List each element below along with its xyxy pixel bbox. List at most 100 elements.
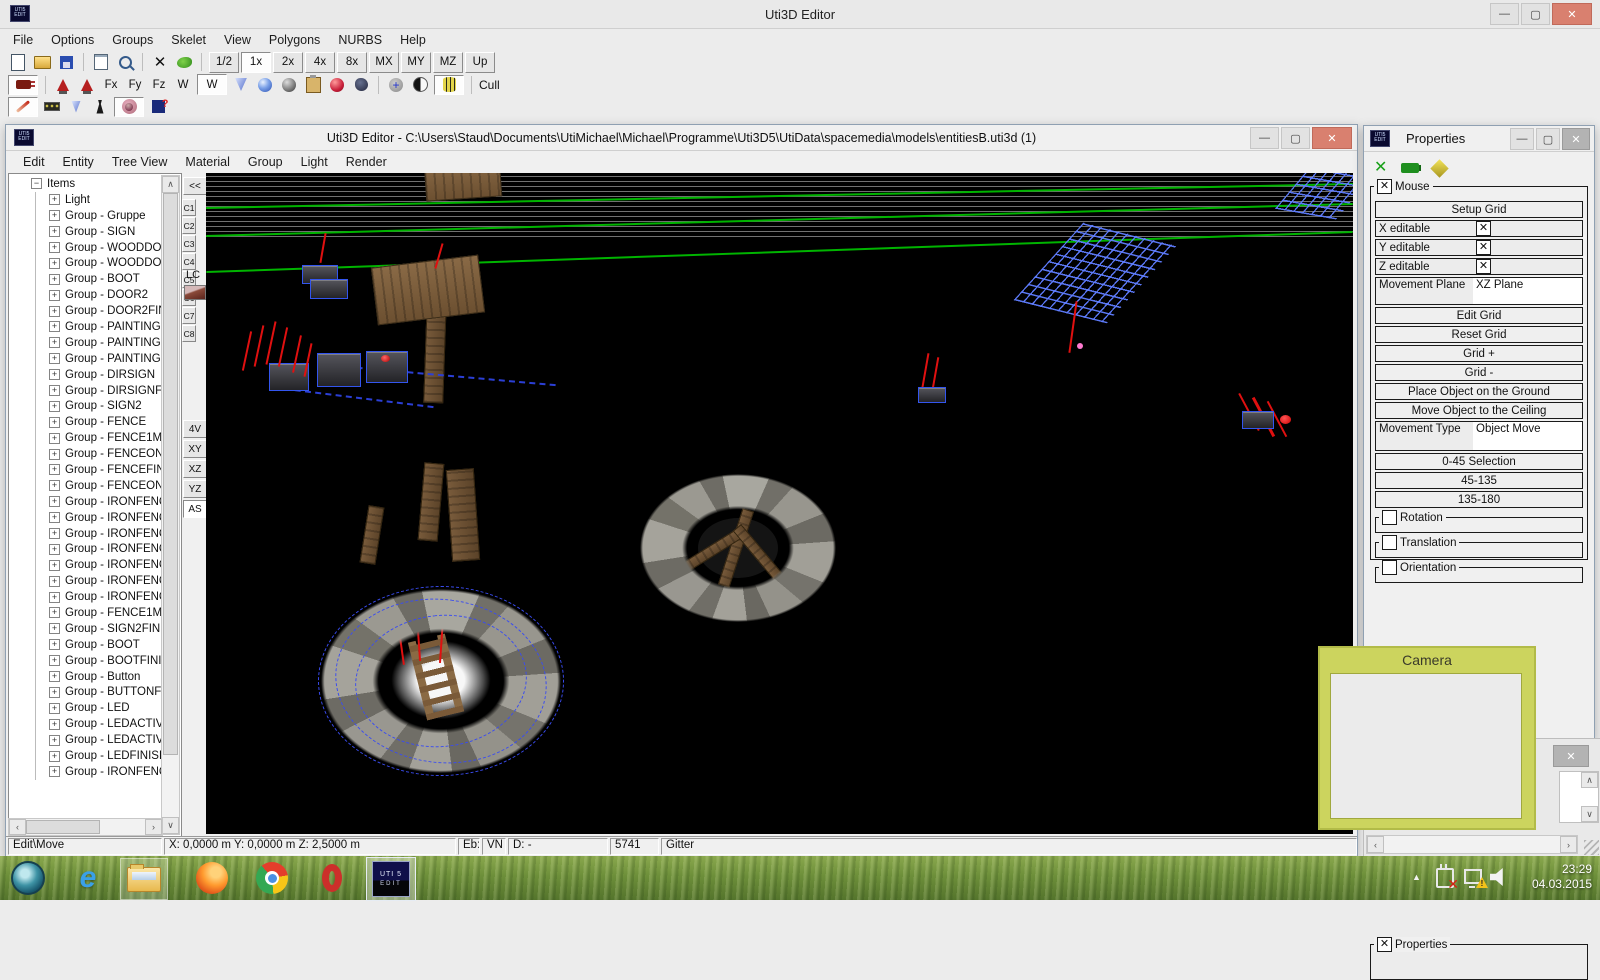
expand-icon[interactable]: + xyxy=(49,751,60,762)
tree-item[interactable]: + Group - IRONFENC xyxy=(11,494,162,510)
properties-close-button[interactable]: ✕ xyxy=(1562,128,1590,150)
editor-minimize-button[interactable]: — xyxy=(1250,127,1279,149)
expand-icon[interactable]: + xyxy=(49,353,60,364)
fy-button[interactable]: Fy xyxy=(125,76,145,94)
red-sphere-icon[interactable] xyxy=(327,76,347,94)
tree-item[interactable]: + Group - WOODDO xyxy=(11,240,162,256)
zoom-level-button[interactable]: 4x xyxy=(305,52,335,73)
track-icon[interactable] xyxy=(42,98,62,116)
chameleon-icon[interactable] xyxy=(174,53,194,71)
expand-icon[interactable]: + xyxy=(49,274,60,285)
close-button[interactable]: ✕ xyxy=(1552,3,1592,25)
editor-menu-item[interactable]: Entity xyxy=(54,153,103,171)
wood-plank-object[interactable] xyxy=(360,505,385,565)
fragment-close-button[interactable]: ✕ xyxy=(1553,745,1589,767)
expand-icon[interactable]: + xyxy=(49,703,60,714)
expand-icon[interactable]: + xyxy=(49,242,60,253)
zoom-level-button[interactable]: MX xyxy=(369,52,399,73)
stone-circle-selected[interactable] xyxy=(321,589,561,773)
cube-question-icon[interactable] xyxy=(148,98,168,116)
grid-action-button[interactable]: Grid - xyxy=(1375,364,1583,381)
new-file-icon[interactable] xyxy=(8,53,28,71)
axis-marker-x-icon[interactable] xyxy=(53,76,73,94)
tree-item[interactable]: + Group - LEDACTIV xyxy=(11,716,162,732)
menu-item[interactable]: Skelet xyxy=(162,31,215,49)
tree-item[interactable]: + Group - LED xyxy=(11,700,162,716)
camera-preset-button[interactable]: C3 xyxy=(182,235,196,252)
knife-icon[interactable] xyxy=(8,97,38,117)
zoom-level-button[interactable]: 2x xyxy=(273,52,303,73)
editor-menu-item[interactable]: Tree View xyxy=(103,153,177,171)
expand-icon[interactable]: + xyxy=(49,449,60,460)
menu-item[interactable]: File xyxy=(4,31,42,49)
tree-item[interactable]: + Group - LEDFINISH xyxy=(11,748,162,764)
tree-item[interactable]: + Group - IRONFENC xyxy=(11,764,162,780)
taskbar-firefox[interactable] xyxy=(192,859,232,897)
zoom-level-button[interactable]: MZ xyxy=(433,52,463,73)
open-file-icon[interactable] xyxy=(32,53,52,71)
fx-button[interactable]: Fx xyxy=(101,76,121,94)
wood-plank-object[interactable] xyxy=(446,468,480,562)
tree-item[interactable]: + Group - PAINTING xyxy=(11,351,162,367)
expand-icon[interactable]: + xyxy=(49,480,60,491)
expand-icon[interactable]: + xyxy=(49,369,60,380)
tree-item[interactable]: + Light xyxy=(11,192,162,208)
fragment-hscrollbar[interactable]: ‹ › xyxy=(1366,835,1578,854)
editable-checkbox[interactable] xyxy=(1476,259,1491,274)
tray-expand-icon[interactable]: ▲ xyxy=(1412,872,1421,882)
properties-maximize-button[interactable]: ▢ xyxy=(1536,128,1560,150)
light-marker[interactable] xyxy=(254,325,265,366)
scroll-thumb[interactable] xyxy=(26,820,100,834)
minimize-button[interactable]: — xyxy=(1490,3,1519,25)
light-marker[interactable] xyxy=(319,233,326,263)
taskbar-uti3d[interactable]: UTI 5 EDIT xyxy=(366,857,416,901)
diamond-icon[interactable] xyxy=(1431,159,1449,177)
grid-action-button[interactable]: Grid + xyxy=(1375,345,1583,362)
properties-minimize-button[interactable]: — xyxy=(1510,128,1534,150)
tree-item[interactable]: + Group - Button xyxy=(11,669,162,685)
collapse-icon[interactable]: − xyxy=(31,178,42,189)
menu-item[interactable]: Groups xyxy=(103,31,162,49)
wood-plank-object[interactable] xyxy=(418,462,445,541)
entity-box[interactable] xyxy=(317,353,361,387)
grid-action-button[interactable]: Reset Grid xyxy=(1375,326,1583,343)
taskbar-explorer[interactable] xyxy=(120,858,168,900)
scroll-down-button[interactable]: ∨ xyxy=(1581,806,1598,822)
expand-icon[interactable]: + xyxy=(49,194,60,205)
movement-plane-value[interactable]: XZ Plane xyxy=(1473,278,1582,304)
menu-item[interactable]: NURBS xyxy=(329,31,391,49)
view-mode-button[interactable]: XY xyxy=(183,440,207,458)
axis-marker-y-icon[interactable] xyxy=(77,76,97,94)
scroll-right-button[interactable]: › xyxy=(1560,836,1577,853)
connector-icon[interactable] xyxy=(1401,163,1419,173)
expand-icon[interactable]: + xyxy=(49,766,60,777)
grid-action-button[interactable]: Place Object on the Ground xyxy=(1375,383,1583,400)
zoom-level-button[interactable]: MY xyxy=(401,52,431,73)
textured-sphere-icon[interactable] xyxy=(279,76,299,94)
taskbar-chrome[interactable] xyxy=(252,859,292,897)
toggle-group-checkbox[interactable] xyxy=(1382,510,1397,525)
zoom-level-button[interactable]: 8x xyxy=(337,52,367,73)
resize-grip[interactable] xyxy=(1584,840,1599,855)
start-button[interactable] xyxy=(8,859,48,897)
zoom-level-button[interactable]: 1/2 xyxy=(209,52,239,73)
tree-item[interactable]: + Group - FENCEFIN xyxy=(11,462,162,478)
view-mode-button[interactable]: 4V xyxy=(183,420,207,438)
taskbar-ie[interactable]: e xyxy=(68,859,108,897)
camera-view[interactable] xyxy=(1330,673,1522,819)
scroll-thumb[interactable] xyxy=(163,193,178,755)
expand-icon[interactable]: + xyxy=(49,433,60,444)
zoom-icon[interactable] xyxy=(115,53,135,71)
usb-eject-icon[interactable]: ✕ xyxy=(1436,868,1454,888)
expand-icon[interactable]: + xyxy=(49,290,60,301)
tree-root[interactable]: − Items xyxy=(11,176,162,192)
tree-item[interactable]: + Group - FENCEON xyxy=(11,478,162,494)
scroll-up-button[interactable]: ∧ xyxy=(1581,772,1598,788)
toggle-group-checkbox[interactable] xyxy=(1382,560,1397,575)
tree-item[interactable]: + Group - IRONFENC xyxy=(11,573,162,589)
menu-item[interactable]: View xyxy=(215,31,260,49)
camera-preset-button[interactable]: C2 xyxy=(182,217,196,234)
selection-range-button[interactable]: 135-180 xyxy=(1375,491,1583,508)
scroll-left-button[interactable]: ‹ xyxy=(9,819,26,835)
file-properties-icon[interactable] xyxy=(91,53,111,71)
